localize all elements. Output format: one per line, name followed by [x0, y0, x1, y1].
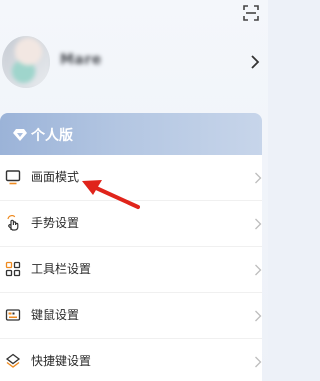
chevron-right-icon [255, 172, 262, 184]
username: Mare [60, 52, 102, 68]
menu-item-label: 手势设置 [31, 216, 80, 230]
keyboard-mouse-icon [5, 309, 21, 321]
menu-item-toolbar-settings[interactable]: 工具栏设置 [0, 247, 262, 293]
profile-row[interactable]: Mare [0, 24, 268, 104]
menu-item-label: 快捷键设置 [31, 354, 92, 368]
scan-icon[interactable] [242, 4, 260, 22]
chevron-right-icon [251, 55, 260, 69]
menu-item-label: 工具栏设置 [31, 262, 92, 276]
edition-badge: 个人版 [12, 125, 73, 145]
hand-gesture-icon [7, 215, 19, 231]
menu-item-shortcut-settings[interactable]: 快捷键设置 [0, 339, 262, 381]
monitor-icon [5, 170, 21, 185]
chevron-right-icon [255, 310, 262, 322]
shortcut-icon [5, 353, 21, 368]
chevron-right-icon [255, 218, 262, 230]
chevron-right-icon [255, 356, 262, 368]
avatar[interactable] [2, 36, 50, 88]
menu-item-keyboard-mouse-settings[interactable]: 键鼠设置 [0, 293, 262, 339]
edition-label: 个人版 [31, 128, 73, 144]
avatar-image [2, 36, 50, 88]
toolbar-grid-icon [5, 261, 21, 277]
menu-item-label: 画面模式 [31, 170, 80, 184]
edition-card[interactable]: 个人版 [0, 113, 262, 155]
menu-item-label: 键鼠设置 [31, 308, 80, 322]
annotation-arrow-icon [82, 180, 140, 209]
diamond-icon [13, 129, 27, 141]
chevron-right-icon [255, 264, 262, 276]
settings-screen: Mare 个人版 画面模式 手势设置 工具栏设置 键鼠设置 快捷键设置 [0, 0, 268, 381]
